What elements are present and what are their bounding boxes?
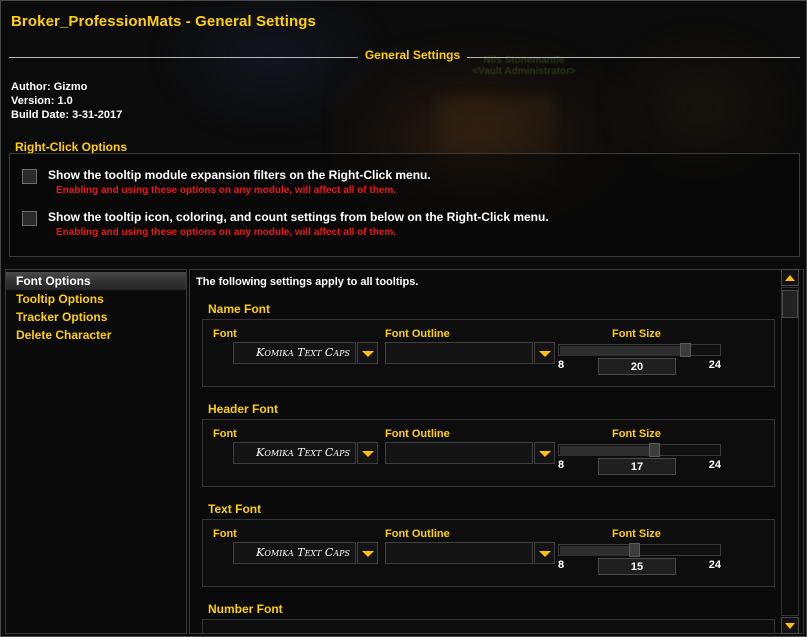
font-outline-dropdown-button-header-font[interactable] bbox=[534, 442, 555, 464]
content-scrollbar[interactable] bbox=[780, 269, 800, 634]
window-title: Broker_ProfessionMats - General Settings bbox=[11, 13, 316, 30]
settings-content-panel: The following settings apply to all tool… bbox=[189, 269, 804, 634]
version-text: Version: 1.0 bbox=[11, 95, 73, 107]
font-dropdown-button-text-font[interactable] bbox=[357, 542, 378, 564]
sidebar-item-tooltip-options[interactable]: Tooltip Options bbox=[6, 290, 186, 308]
font-size-label-text-font: Font Size bbox=[612, 528, 661, 540]
font-outline-dropdown-button-name-font[interactable] bbox=[534, 342, 555, 364]
font-label-text-font: Font bbox=[213, 528, 237, 540]
chevron-down-icon bbox=[539, 451, 551, 457]
scrollbar-thumb[interactable] bbox=[782, 290, 798, 318]
font-size-slider-header-font[interactable]: 8 17 24 bbox=[558, 443, 721, 482]
font-group-panel-number-font bbox=[202, 619, 775, 633]
font-size-min-text-font: 8 bbox=[558, 559, 565, 571]
font-dropdown-text-font[interactable]: Komika Text Caps bbox=[233, 542, 378, 564]
font-size-slider-text-font[interactable]: 8 15 24 bbox=[558, 543, 721, 582]
font-size-slider-fill-header-font bbox=[560, 446, 651, 456]
font-dropdown-box-text-font[interactable]: Komika Text Caps bbox=[233, 542, 356, 564]
font-size-min-header-font: 8 bbox=[558, 459, 565, 471]
divider-line-left bbox=[9, 57, 358, 58]
font-outline-dropdown-box-text-font[interactable] bbox=[385, 542, 533, 564]
chevron-down-icon bbox=[539, 551, 551, 557]
font-dropdown-button-name-font[interactable] bbox=[357, 342, 378, 364]
font-dropdown-button-header-font[interactable] bbox=[357, 442, 378, 464]
font-size-min-name-font: 8 bbox=[558, 359, 565, 371]
font-size-slider-fill-name-font bbox=[560, 346, 682, 356]
font-dropdown-box-name-font[interactable]: Komika Text Caps bbox=[233, 342, 356, 364]
chevron-down-icon bbox=[362, 551, 374, 557]
checkbox-label-icon-coloring-count: Show the tooltip icon, coloring, and cou… bbox=[48, 210, 549, 224]
right-click-options-label: Right-Click Options bbox=[15, 140, 127, 154]
font-size-max-name-font: 24 bbox=[708, 359, 721, 371]
font-size-slider-thumb-text-font[interactable] bbox=[629, 543, 640, 557]
font-outline-dropdown-button-text-font[interactable] bbox=[534, 542, 555, 564]
checkbox-warning-icon-coloring-count: Enabling and using these options on any … bbox=[56, 227, 397, 238]
checkbox-warning-expansion-filters: Enabling and using these options on any … bbox=[56, 185, 397, 196]
font-group-label-text-font: Text Font bbox=[208, 502, 262, 516]
author-text: Author: Gizmo bbox=[11, 81, 88, 93]
chevron-down-icon bbox=[362, 351, 374, 357]
font-group-label-header-font: Header Font bbox=[208, 402, 279, 416]
divider-line-right bbox=[467, 57, 800, 58]
font-size-max-header-font: 24 bbox=[708, 459, 721, 471]
font-dropdown-name-font[interactable]: Komika Text Caps bbox=[233, 342, 378, 364]
font-size-max-text-font: 24 bbox=[708, 559, 721, 571]
checkbox-expansion-filters[interactable] bbox=[22, 169, 37, 184]
font-size-value-name-font[interactable]: 20 bbox=[598, 358, 676, 375]
font-size-slider-track-header-font[interactable] bbox=[558, 444, 721, 456]
font-size-value-text-font[interactable]: 15 bbox=[598, 558, 676, 575]
content-note: The following settings apply to all tool… bbox=[196, 276, 419, 288]
scrollbar-track[interactable] bbox=[781, 287, 799, 616]
font-size-label-name-font: Font Size bbox=[612, 328, 661, 340]
addon-metadata: Author: Gizmo Version: 1.0 Build Date: 3… bbox=[11, 80, 122, 122]
font-outline-dropdown-name-font[interactable] bbox=[385, 342, 555, 364]
chevron-down-icon bbox=[785, 623, 795, 629]
chevron-down-icon bbox=[539, 351, 551, 357]
build-date-text: Build Date: 3-31-2017 bbox=[11, 109, 123, 121]
font-group-panel-text-font: Font Komika Text Caps Font Outline Font … bbox=[202, 519, 775, 587]
font-outline-label-name-font: Font Outline bbox=[385, 328, 450, 340]
checkbox-icon-coloring-count[interactable] bbox=[22, 211, 37, 226]
font-size-slider-thumb-header-font[interactable] bbox=[649, 443, 660, 457]
font-outline-label-header-font: Font Outline bbox=[385, 428, 450, 440]
sidebar-item-delete-character[interactable]: Delete Character bbox=[6, 326, 186, 344]
font-outline-dropdown-text-font[interactable] bbox=[385, 542, 555, 564]
font-group-label-number-font: Number Font bbox=[208, 602, 283, 616]
scrollbar-up-button[interactable] bbox=[781, 269, 799, 286]
font-size-slider-thumb-name-font[interactable] bbox=[680, 343, 691, 357]
settings-sidebar: Font Options Tooltip Options Tracker Opt… bbox=[5, 269, 187, 634]
chevron-up-icon bbox=[785, 275, 795, 281]
background-npc-subtitle: <Vault Administrator> bbox=[472, 66, 576, 77]
font-size-label-header-font: Font Size bbox=[612, 428, 661, 440]
sidebar-item-tracker-options[interactable]: Tracker Options bbox=[6, 308, 186, 326]
font-dropdown-box-header-font[interactable]: Komika Text Caps bbox=[233, 442, 356, 464]
font-size-slider-track-name-font[interactable] bbox=[558, 344, 721, 356]
scrollbar-down-button[interactable] bbox=[781, 617, 799, 634]
font-label-name-font: Font bbox=[213, 328, 237, 340]
font-label-header-font: Font bbox=[213, 428, 237, 440]
font-dropdown-value-name-font: Komika Text Caps bbox=[256, 346, 350, 359]
font-dropdown-header-font[interactable]: Komika Text Caps bbox=[233, 442, 378, 464]
section-divider: General Settings bbox=[9, 48, 800, 66]
font-outline-dropdown-box-name-font[interactable] bbox=[385, 342, 533, 364]
addon-settings-window: Nils Stonemantle <Vault Administrator> B… bbox=[0, 0, 807, 637]
checkbox-label-expansion-filters: Show the tooltip module expansion filter… bbox=[48, 168, 431, 182]
section-divider-title: General Settings bbox=[364, 48, 461, 62]
font-size-slider-name-font[interactable]: 8 20 24 bbox=[558, 343, 721, 382]
font-outline-dropdown-header-font[interactable] bbox=[385, 442, 555, 464]
font-size-slider-fill-text-font bbox=[560, 546, 631, 556]
right-click-options-panel: Show the tooltip module expansion filter… bbox=[9, 153, 800, 257]
font-group-panel-header-font: Font Komika Text Caps Font Outline Font … bbox=[202, 419, 775, 487]
font-outline-label-text-font: Font Outline bbox=[385, 528, 450, 540]
font-outline-dropdown-box-header-font[interactable] bbox=[385, 442, 533, 464]
font-dropdown-value-text-font: Komika Text Caps bbox=[256, 546, 350, 559]
font-size-value-header-font[interactable]: 17 bbox=[598, 458, 676, 475]
sidebar-item-font-options[interactable]: Font Options bbox=[6, 272, 186, 290]
font-group-panel-name-font: Font Komika Text Caps Font Outline Font … bbox=[202, 319, 775, 387]
font-dropdown-value-header-font: Komika Text Caps bbox=[256, 446, 350, 459]
font-group-label-name-font: Name Font bbox=[208, 302, 271, 316]
chevron-down-icon bbox=[362, 451, 374, 457]
